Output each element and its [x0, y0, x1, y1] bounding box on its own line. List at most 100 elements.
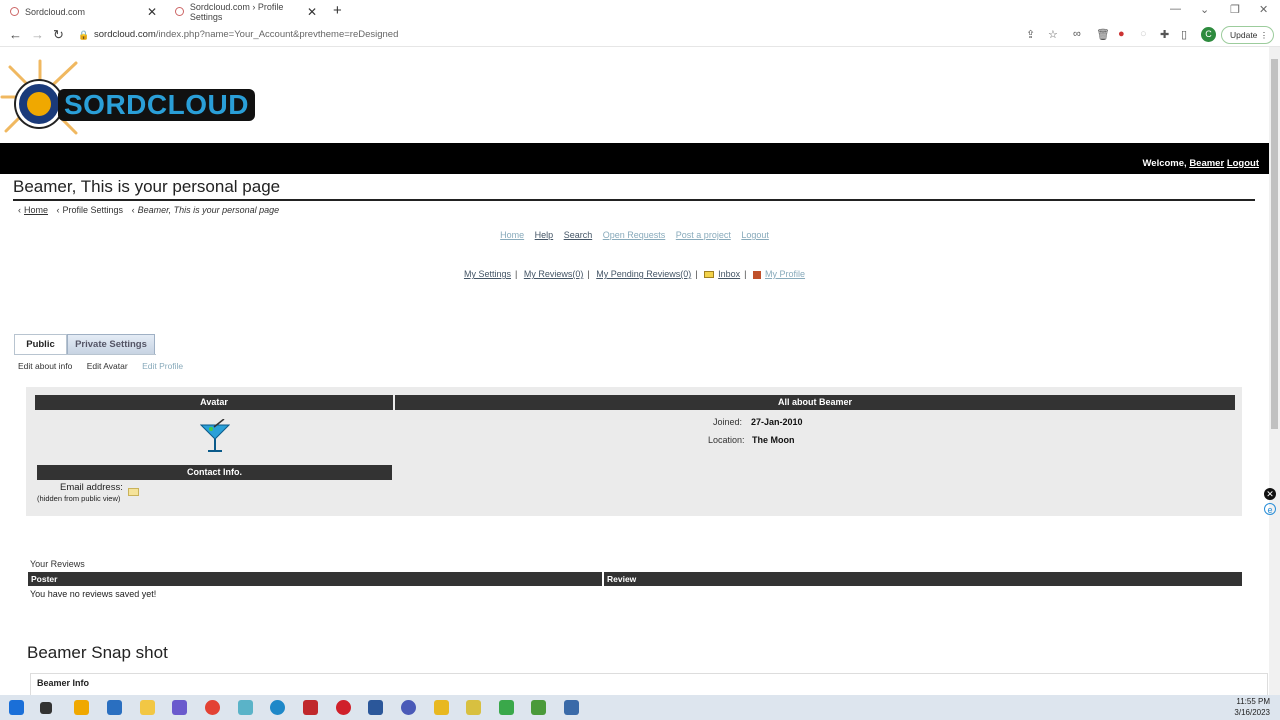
avatar-header: Avatar — [35, 395, 393, 410]
new-tab-button[interactable]: + — [333, 2, 342, 19]
app-green-icon[interactable] — [531, 700, 546, 715]
nav-logout[interactable]: Logout — [741, 230, 769, 240]
breadcrumb-home[interactable]: Home — [24, 205, 48, 215]
extension-glasses-icon[interactable]: ∞ — [1073, 28, 1081, 40]
tab-public[interactable]: Public — [14, 334, 67, 355]
site-logo[interactable]: SORDCLOUD — [0, 57, 260, 137]
snapshot-title: Beamer Snap shot — [27, 643, 168, 662]
app-red-icon[interactable] — [303, 700, 318, 715]
tab-title: Sordcloud.com — [25, 6, 86, 17]
close-window-icon[interactable]: ✕ — [1259, 3, 1268, 16]
profile-icon — [753, 270, 762, 279]
nav-my-profile[interactable]: My Profile — [765, 269, 805, 279]
column-header-poster: Poster — [28, 572, 602, 586]
browser-tab-active[interactable]: Sordcloud.com ✕ — [0, 0, 165, 23]
app-purple-icon[interactable] — [172, 700, 187, 715]
envelope-icon[interactable] — [128, 488, 139, 496]
nav-open-requests[interactable]: Open Requests — [603, 230, 666, 240]
url-field[interactable]: sordcloud.com/index.php?name=Your_Accoun… — [94, 29, 398, 40]
chevron-left-icon: ‹ — [18, 205, 21, 215]
account-nav: My Settings | My Reviews(0) | My Pending R… — [463, 269, 806, 279]
chevron-down-icon[interactable]: ⌄ — [1200, 3, 1209, 16]
nav-home[interactable]: Home — [500, 230, 524, 240]
chevron-left-icon: ‹ — [56, 205, 60, 215]
breadcrumb-profile-settings: Profile Settings — [62, 205, 124, 215]
scrollbar-thumb[interactable] — [1271, 59, 1278, 429]
spreadsheet-icon[interactable] — [499, 700, 514, 715]
puzzle-icon[interactable]: ✚ — [1160, 28, 1169, 41]
reviews-title: Your Reviews — [30, 559, 85, 569]
browser-tab[interactable]: Sordcloud.com › Profile Settings ✕ — [165, 0, 325, 23]
lock-icon[interactable]: 🔒 — [78, 30, 89, 41]
chrome-icon[interactable] — [205, 700, 220, 715]
minimize-icon[interactable]: — — [1170, 3, 1181, 15]
side-widget: ✕ e — [1264, 488, 1278, 518]
header-bar: Welcome, Beamer Logout — [0, 143, 1269, 174]
share-icon[interactable]: ⇪ — [1026, 28, 1035, 41]
profile-subtabs: Edit about info Edit Avatar Edit Profile — [18, 361, 195, 371]
profile-avatar[interactable]: C — [1201, 27, 1216, 42]
app-printer-icon[interactable] — [564, 700, 579, 715]
joined-label: Joined: — [713, 417, 743, 427]
file-explorer-icon[interactable] — [140, 700, 155, 715]
app-blue-icon[interactable] — [401, 700, 416, 715]
logo-text: SORDCLOUD — [58, 89, 255, 121]
nav-inbox[interactable]: Inbox — [718, 269, 740, 279]
back-icon[interactable]: ← — [9, 27, 22, 42]
close-tab-icon[interactable]: ✕ — [307, 5, 317, 19]
opera-icon[interactable] — [336, 700, 351, 715]
search-extension-icon[interactable]: ○ — [1140, 28, 1147, 40]
nav-search[interactable]: Search — [564, 230, 593, 240]
snapshot-section-title: Beamer Info — [37, 678, 90, 688]
title-divider — [13, 199, 1255, 201]
update-label: Update — [1230, 30, 1258, 40]
trash-icon[interactable]: 🗑 — [1096, 28, 1110, 41]
logo-globe-icon — [16, 81, 62, 127]
email-label: Email address: — [60, 482, 123, 493]
nav-post-project[interactable]: Post a project — [676, 230, 731, 240]
nav-help[interactable]: Help — [535, 230, 554, 240]
site-favicon-icon — [175, 7, 184, 16]
store-icon[interactable] — [74, 700, 89, 715]
update-button[interactable]: Update ⋮ — [1221, 26, 1274, 44]
reload-icon[interactable]: ↻ — [53, 27, 64, 43]
notepad-icon[interactable] — [466, 700, 481, 715]
task-view-icon[interactable] — [40, 702, 52, 714]
welcome-text: Welcome, Beamer Logout — [1142, 158, 1259, 169]
breadcrumb-current: Beamer, This is your personal page — [137, 205, 280, 215]
logout-link[interactable]: Logout — [1227, 158, 1259, 169]
bookmark-star-icon[interactable]: ☆ — [1048, 28, 1058, 41]
column-header-review: Review — [604, 572, 1242, 586]
nav-my-reviews[interactable]: My Reviews(0) — [524, 269, 584, 279]
start-windows-icon[interactable] — [9, 700, 24, 715]
mail-app-icon[interactable] — [107, 700, 122, 715]
location-value: The Moon — [752, 435, 795, 445]
notes-app-icon[interactable] — [238, 700, 253, 715]
page-scrollbar[interactable] — [1269, 47, 1280, 695]
site-favicon-icon — [10, 7, 19, 16]
color-extension-icon[interactable]: ● — [1118, 28, 1125, 40]
nav-pending-reviews[interactable]: My Pending Reviews(0) — [596, 269, 691, 279]
page-content: SORDCLOUD Welcome, Beamer Logout Beamer,… — [0, 47, 1269, 695]
page-title: Beamer, This is your personal page — [13, 177, 281, 196]
edge-icon[interactable] — [270, 700, 285, 715]
user-name-link[interactable]: Beamer — [1189, 158, 1224, 169]
close-circle-icon[interactable]: ✕ — [1264, 488, 1276, 500]
forward-icon[interactable]: → — [31, 27, 44, 42]
extension-e-icon[interactable]: e — [1264, 503, 1276, 515]
shield-icon[interactable] — [434, 700, 449, 715]
edit-profile-link[interactable]: Edit Profile — [142, 361, 183, 371]
side-panel-icon[interactable]: ▯ — [1181, 28, 1187, 41]
word-icon[interactable] — [368, 700, 383, 715]
snapshot-section: Beamer Info — [30, 673, 1268, 695]
system-clock[interactable]: 11:55 PM 3/16/2023 — [1234, 696, 1270, 718]
edit-about-info-link[interactable]: Edit about info — [18, 361, 72, 371]
tab-private-settings[interactable]: Private Settings — [67, 334, 155, 355]
email-hidden-note: (hidden from public view) — [37, 494, 121, 503]
url-path: /index.php?name=Your_Account&prevtheme=r… — [155, 29, 399, 40]
url-host: sordcloud.com — [94, 29, 156, 40]
restore-icon[interactable]: ❐ — [1230, 3, 1240, 16]
nav-my-settings[interactable]: My Settings — [464, 269, 511, 279]
edit-avatar-link[interactable]: Edit Avatar — [87, 361, 128, 371]
close-tab-icon[interactable]: ✕ — [147, 5, 157, 19]
